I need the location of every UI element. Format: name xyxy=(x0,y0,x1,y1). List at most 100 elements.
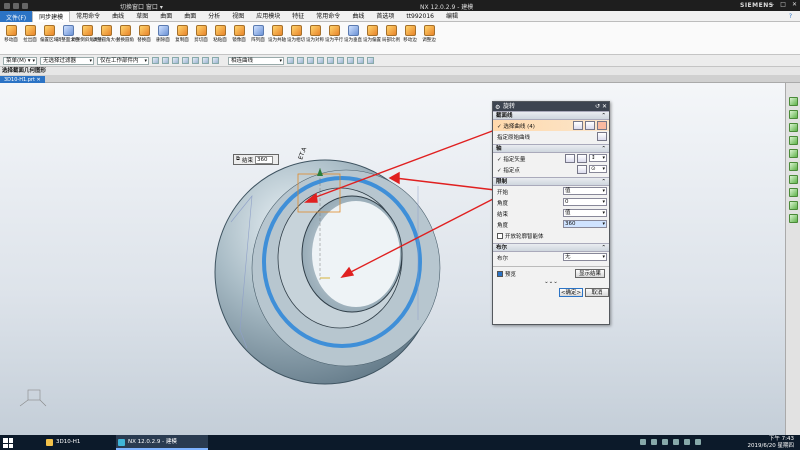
quick-access-toolbar[interactable] xyxy=(0,2,28,9)
process-studio-icon[interactable] xyxy=(788,201,798,210)
ribbon-button[interactable]: 复制面 xyxy=(173,22,191,54)
open-profile-row[interactable]: 开放轮廓智能体 xyxy=(493,230,609,241)
open-profile-checkbox[interactable] xyxy=(497,232,503,239)
ribbon-button[interactable]: 设为对称 xyxy=(306,22,324,54)
more-options-toggle[interactable]: ⌄⌄⌄ xyxy=(493,279,609,286)
filter-icon[interactable] xyxy=(172,57,179,64)
ribbon-button[interactable]: 设为共轴 xyxy=(268,22,286,54)
ribbon-button[interactable]: 删除面 xyxy=(154,22,172,54)
end-type-select[interactable]: 值 xyxy=(563,209,607,217)
maximize-button[interactable]: □ xyxy=(780,1,786,8)
ribbon-tab[interactable]: 草图 xyxy=(130,11,154,22)
ribbon-button[interactable]: 阵列面 xyxy=(249,22,267,54)
network-icon[interactable] xyxy=(684,439,690,445)
dialog-title-bar[interactable]: ⚙ 旋转 ↺ ✕ xyxy=(493,102,609,111)
point-icon[interactable] xyxy=(182,57,189,64)
manufacturing-wizard-icon[interactable] xyxy=(788,214,798,223)
point-type-dropdown[interactable]: ⊙ xyxy=(589,165,607,173)
ribbon-button[interactable]: 拉出面 xyxy=(21,22,39,54)
undo-icon[interactable] xyxy=(13,2,19,9)
specify-point-row[interactable]: ✓ 指定点 ⊙ xyxy=(493,164,609,175)
ribbon-button[interactable]: 调整边 xyxy=(420,22,438,54)
ok-button[interactable]: <确定> xyxy=(559,288,583,297)
snap-icon[interactable] xyxy=(152,57,159,64)
close-button[interactable]: ✕ xyxy=(792,1,797,8)
model-view[interactable]: ET.A xyxy=(0,83,785,435)
ribbon-button[interactable]: 移动边 xyxy=(401,22,419,54)
ribbon-button[interactable]: 设为垂直 xyxy=(344,22,362,54)
snap-midpoint-icon[interactable] xyxy=(297,57,304,64)
start-type-select[interactable]: 值 xyxy=(563,187,607,195)
move-handle-icon[interactable]: ⧉ xyxy=(236,156,240,163)
minimize-button[interactable]: — xyxy=(768,1,774,8)
constraint-navigator-icon[interactable] xyxy=(788,123,798,132)
select-curve-row[interactable]: ✓ 选择曲线 (4) xyxy=(493,120,609,131)
menu-dropdown[interactable]: 菜单(M) ▾ xyxy=(3,56,37,65)
selection-scope-dropdown[interactable]: 仅在工作部件内 xyxy=(97,56,149,65)
part-navigator-icon[interactable] xyxy=(788,97,798,106)
ribbon-button[interactable]: 设为偏置 xyxy=(363,22,381,54)
ribbon-tab[interactable]: 曲线 xyxy=(346,11,370,22)
ribbon-tab[interactable]: 常用命令 xyxy=(310,11,346,22)
ribbon-tab[interactable]: 特征 xyxy=(286,11,310,22)
start-angle-input[interactable]: 0 xyxy=(563,198,607,206)
taskbar-app-nx[interactable]: NX 12.0.2.9 - 建模 xyxy=(116,435,208,450)
ribbon-tab[interactable]: 曲线 xyxy=(106,11,130,22)
specify-vector-row[interactable]: ✓ 指定矢量 ↕ xyxy=(493,153,609,164)
selected-curve-icon[interactable] xyxy=(597,121,607,130)
preview-checkbox[interactable] xyxy=(497,270,503,277)
section-group-header[interactable]: 截面线 xyxy=(493,111,609,120)
tray-icon[interactable] xyxy=(640,439,646,445)
show-result-button[interactable]: 显示结果 xyxy=(575,269,605,278)
ribbon-tab[interactable]: tt992016 xyxy=(400,11,440,22)
tray-icon[interactable] xyxy=(673,439,679,445)
tray-icon[interactable] xyxy=(662,439,668,445)
curve-rule-dropdown[interactable]: 相连曲线 xyxy=(228,56,284,65)
line-icon[interactable] xyxy=(192,57,199,64)
ribbon-tab[interactable]: 首选项 xyxy=(370,11,400,22)
snap-center-icon[interactable] xyxy=(307,57,314,64)
zoom-icon[interactable] xyxy=(367,57,374,64)
ribbon-tab[interactable]: 同步建模 xyxy=(32,10,71,22)
system-clock[interactable]: 下午 7:43 2019/6/20 星期四 xyxy=(748,436,794,449)
ribbon-tab[interactable]: 编辑 xyxy=(440,11,464,22)
ribbon-tab[interactable]: 常用命令 xyxy=(70,11,106,22)
ribbon-button[interactable]: 镜像面 xyxy=(230,22,248,54)
taskbar-app-explorer[interactable]: 3D10-H1 xyxy=(44,435,114,450)
origin-curve-row[interactable]: 指定原始曲线 xyxy=(493,131,609,142)
boolean-select[interactable]: 无 xyxy=(563,253,607,261)
snap-quadrant-icon[interactable] xyxy=(317,57,324,64)
origin-curve-icon[interactable] xyxy=(597,132,607,141)
snap-endpoint-icon[interactable] xyxy=(287,57,294,64)
sketch-section-icon[interactable] xyxy=(573,121,583,130)
close-icon[interactable]: ✕ xyxy=(602,103,607,110)
save-icon[interactable] xyxy=(4,2,10,9)
ribbon-button[interactable]: 局部比例 xyxy=(382,22,400,54)
curve-icon[interactable] xyxy=(585,121,595,130)
windows-start-button[interactable] xyxy=(3,438,13,448)
render-icon[interactable] xyxy=(337,57,344,64)
ribbon-button[interactable]: 设为平行 xyxy=(325,22,343,54)
ribbon-button[interactable]: 替换圆角 xyxy=(116,22,134,54)
help-icon[interactable]: ? xyxy=(789,13,792,20)
ribbon-button[interactable]: 粘贴面 xyxy=(211,22,229,54)
snap-intersection-icon[interactable] xyxy=(327,57,334,64)
ribbon-button[interactable]: 调整圆角大小 xyxy=(93,22,120,54)
vector-type-dropdown[interactable]: ↕ xyxy=(589,154,607,162)
redo-icon[interactable] xyxy=(22,2,28,9)
limits-group-header[interactable]: 限制 xyxy=(493,177,609,186)
ribbon-button[interactable]: 替换面 xyxy=(135,22,153,54)
cancel-button[interactable]: 取消 xyxy=(585,288,609,297)
boolean-group-header[interactable]: 布尔 xyxy=(493,243,609,252)
preview-row[interactable]: 预览 显示结果 xyxy=(493,268,609,279)
history-icon[interactable] xyxy=(788,149,798,158)
system-materials-icon[interactable] xyxy=(788,188,798,197)
file-menu[interactable]: 文件(F) xyxy=(0,10,33,22)
roles-icon[interactable] xyxy=(788,175,798,184)
ribbon-button[interactable]: 偏置区域 xyxy=(40,22,58,54)
end-angle-onscreen-value[interactable]: 360 xyxy=(254,155,273,164)
ribbon-tab[interactable]: 曲面 xyxy=(178,11,202,22)
edge-icon[interactable] xyxy=(212,57,219,64)
web-browser-icon[interactable] xyxy=(788,162,798,171)
reverse-direction-icon[interactable] xyxy=(565,154,575,163)
